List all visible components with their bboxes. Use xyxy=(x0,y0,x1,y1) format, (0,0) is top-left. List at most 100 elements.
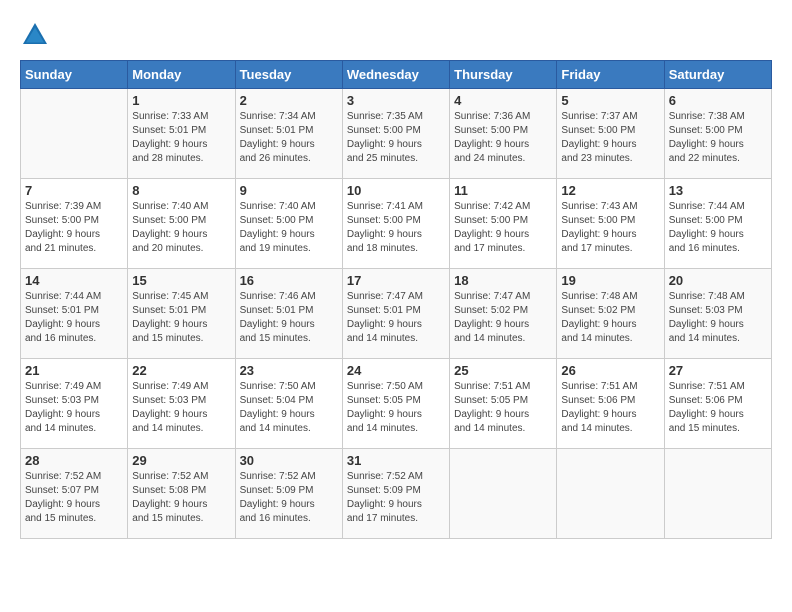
day-cell: 19 Sunrise: 7:48 AM Sunset: 5:02 PM Dayli… xyxy=(557,269,664,359)
day-number: 10 xyxy=(347,183,445,198)
logo-icon xyxy=(20,20,50,50)
day-cell xyxy=(557,449,664,539)
day-info: Sunrise: 7:38 AM Sunset: 5:00 PM Dayligh… xyxy=(669,110,767,166)
day-info: Sunrise: 7:50 AM Sunset: 5:04 PM Dayligh… xyxy=(240,380,338,436)
day-info: Sunrise: 7:52 AM Sunset: 5:07 PM Dayligh… xyxy=(25,470,123,526)
day-number: 14 xyxy=(25,273,123,288)
day-cell: 10 Sunrise: 7:41 AM Sunset: 5:00 PM Dayli… xyxy=(342,179,449,269)
day-number: 12 xyxy=(561,183,659,198)
calendar-header-row: SundayMondayTuesdayWednesdayThursdayFrid… xyxy=(21,61,772,89)
day-info: Sunrise: 7:51 AM Sunset: 5:06 PM Dayligh… xyxy=(669,380,767,436)
day-number: 8 xyxy=(132,183,230,198)
day-number: 5 xyxy=(561,93,659,108)
header-cell-monday: Monday xyxy=(128,61,235,89)
day-cell xyxy=(21,89,128,179)
day-number: 2 xyxy=(240,93,338,108)
day-cell: 16 Sunrise: 7:46 AM Sunset: 5:01 PM Dayli… xyxy=(235,269,342,359)
day-cell: 17Sunrise: 7:47 AM Sunset: 5:01 PM Dayli… xyxy=(342,269,449,359)
day-cell: 20 Sunrise: 7:48 AM Sunset: 5:03 PM Dayli… xyxy=(664,269,771,359)
day-cell: 28 Sunrise: 7:52 AM Sunset: 5:07 PM Dayli… xyxy=(21,449,128,539)
day-number: 24 xyxy=(347,363,445,378)
day-info: Sunrise: 7:40 AM Sunset: 5:00 PM Dayligh… xyxy=(240,200,338,256)
day-info: Sunrise: 7:52 AM Sunset: 5:09 PM Dayligh… xyxy=(347,470,445,526)
day-number: 19 xyxy=(561,273,659,288)
logo xyxy=(20,20,54,50)
week-row-0: 1 Sunrise: 7:33 AM Sunset: 5:01 PM Daylig… xyxy=(21,89,772,179)
day-cell: 24 Sunrise: 7:50 AM Sunset: 5:05 PM Dayli… xyxy=(342,359,449,449)
header-cell-sunday: Sunday xyxy=(21,61,128,89)
day-cell: 8 Sunrise: 7:40 AM Sunset: 5:00 PM Daylig… xyxy=(128,179,235,269)
day-number: 13 xyxy=(669,183,767,198)
day-info: Sunrise: 7:33 AM Sunset: 5:01 PM Dayligh… xyxy=(132,110,230,166)
day-info: Sunrise: 7:51 AM Sunset: 5:06 PM Dayligh… xyxy=(561,380,659,436)
day-number: 31 xyxy=(347,453,445,468)
day-number: 29 xyxy=(132,453,230,468)
day-info: Sunrise: 7:52 AM Sunset: 5:08 PM Dayligh… xyxy=(132,470,230,526)
day-cell: 11 Sunrise: 7:42 AM Sunset: 5:00 PM Dayli… xyxy=(450,179,557,269)
day-info: Sunrise: 7:50 AM Sunset: 5:05 PM Dayligh… xyxy=(347,380,445,436)
week-row-1: 7Sunrise: 7:39 AM Sunset: 5:00 PM Daylig… xyxy=(21,179,772,269)
day-number: 20 xyxy=(669,273,767,288)
day-number: 9 xyxy=(240,183,338,198)
day-cell: 18Sunrise: 7:47 AM Sunset: 5:02 PM Dayli… xyxy=(450,269,557,359)
day-cell: 6Sunrise: 7:38 AM Sunset: 5:00 PM Daylig… xyxy=(664,89,771,179)
day-info: Sunrise: 7:39 AM Sunset: 5:00 PM Dayligh… xyxy=(25,200,123,256)
day-cell: 21Sunrise: 7:49 AM Sunset: 5:03 PM Dayli… xyxy=(21,359,128,449)
day-number: 15 xyxy=(132,273,230,288)
header-cell-wednesday: Wednesday xyxy=(342,61,449,89)
week-row-2: 14Sunrise: 7:44 AM Sunset: 5:01 PM Dayli… xyxy=(21,269,772,359)
day-info: Sunrise: 7:44 AM Sunset: 5:00 PM Dayligh… xyxy=(669,200,767,256)
day-info: Sunrise: 7:52 AM Sunset: 5:09 PM Dayligh… xyxy=(240,470,338,526)
day-cell: 23 Sunrise: 7:50 AM Sunset: 5:04 PM Dayli… xyxy=(235,359,342,449)
day-cell: 1 Sunrise: 7:33 AM Sunset: 5:01 PM Daylig… xyxy=(128,89,235,179)
header-cell-saturday: Saturday xyxy=(664,61,771,89)
day-number: 27 xyxy=(669,363,767,378)
day-cell: 25 Sunrise: 7:51 AM Sunset: 5:05 PM Dayli… xyxy=(450,359,557,449)
header-cell-thursday: Thursday xyxy=(450,61,557,89)
day-cell: 30Sunrise: 7:52 AM Sunset: 5:09 PM Dayli… xyxy=(235,449,342,539)
day-info: Sunrise: 7:48 AM Sunset: 5:03 PM Dayligh… xyxy=(669,290,767,346)
day-number: 3 xyxy=(347,93,445,108)
header-cell-friday: Friday xyxy=(557,61,664,89)
day-cell: 4 Sunrise: 7:36 AM Sunset: 5:00 PM Daylig… xyxy=(450,89,557,179)
day-info: Sunrise: 7:45 AM Sunset: 5:01 PM Dayligh… xyxy=(132,290,230,346)
day-cell: 27 Sunrise: 7:51 AM Sunset: 5:06 PM Dayli… xyxy=(664,359,771,449)
day-info: Sunrise: 7:41 AM Sunset: 5:00 PM Dayligh… xyxy=(347,200,445,256)
day-number: 1 xyxy=(132,93,230,108)
day-number: 4 xyxy=(454,93,552,108)
day-cell: 9 Sunrise: 7:40 AM Sunset: 5:00 PM Daylig… xyxy=(235,179,342,269)
day-number: 11 xyxy=(454,183,552,198)
day-cell: 29 Sunrise: 7:52 AM Sunset: 5:08 PM Dayli… xyxy=(128,449,235,539)
day-info: Sunrise: 7:49 AM Sunset: 5:03 PM Dayligh… xyxy=(25,380,123,436)
day-number: 26 xyxy=(561,363,659,378)
day-info: Sunrise: 7:47 AM Sunset: 5:01 PM Dayligh… xyxy=(347,290,445,346)
day-number: 23 xyxy=(240,363,338,378)
day-cell: 13 Sunrise: 7:44 AM Sunset: 5:00 PM Dayli… xyxy=(664,179,771,269)
day-cell: 15 Sunrise: 7:45 AM Sunset: 5:01 PM Dayli… xyxy=(128,269,235,359)
day-cell: 26 Sunrise: 7:51 AM Sunset: 5:06 PM Dayli… xyxy=(557,359,664,449)
day-cell: 2 Sunrise: 7:34 AM Sunset: 5:01 PM Daylig… xyxy=(235,89,342,179)
day-cell xyxy=(450,449,557,539)
day-info: Sunrise: 7:51 AM Sunset: 5:05 PM Dayligh… xyxy=(454,380,552,436)
day-info: Sunrise: 7:36 AM Sunset: 5:00 PM Dayligh… xyxy=(454,110,552,166)
day-info: Sunrise: 7:40 AM Sunset: 5:00 PM Dayligh… xyxy=(132,200,230,256)
day-info: Sunrise: 7:37 AM Sunset: 5:00 PM Dayligh… xyxy=(561,110,659,166)
day-info: Sunrise: 7:46 AM Sunset: 5:01 PM Dayligh… xyxy=(240,290,338,346)
day-number: 28 xyxy=(25,453,123,468)
day-info: Sunrise: 7:42 AM Sunset: 5:00 PM Dayligh… xyxy=(454,200,552,256)
day-number: 25 xyxy=(454,363,552,378)
day-cell: 7Sunrise: 7:39 AM Sunset: 5:00 PM Daylig… xyxy=(21,179,128,269)
day-number: 16 xyxy=(240,273,338,288)
week-row-4: 28 Sunrise: 7:52 AM Sunset: 5:07 PM Dayli… xyxy=(21,449,772,539)
day-cell: 5 Sunrise: 7:37 AM Sunset: 5:00 PM Daylig… xyxy=(557,89,664,179)
day-number: 22 xyxy=(132,363,230,378)
day-info: Sunrise: 7:34 AM Sunset: 5:01 PM Dayligh… xyxy=(240,110,338,166)
day-info: Sunrise: 7:43 AM Sunset: 5:00 PM Dayligh… xyxy=(561,200,659,256)
week-row-3: 21Sunrise: 7:49 AM Sunset: 5:03 PM Dayli… xyxy=(21,359,772,449)
day-number: 18 xyxy=(454,273,552,288)
day-info: Sunrise: 7:48 AM Sunset: 5:02 PM Dayligh… xyxy=(561,290,659,346)
day-info: Sunrise: 7:49 AM Sunset: 5:03 PM Dayligh… xyxy=(132,380,230,436)
day-info: Sunrise: 7:35 AM Sunset: 5:00 PM Dayligh… xyxy=(347,110,445,166)
day-cell xyxy=(664,449,771,539)
header-cell-tuesday: Tuesday xyxy=(235,61,342,89)
